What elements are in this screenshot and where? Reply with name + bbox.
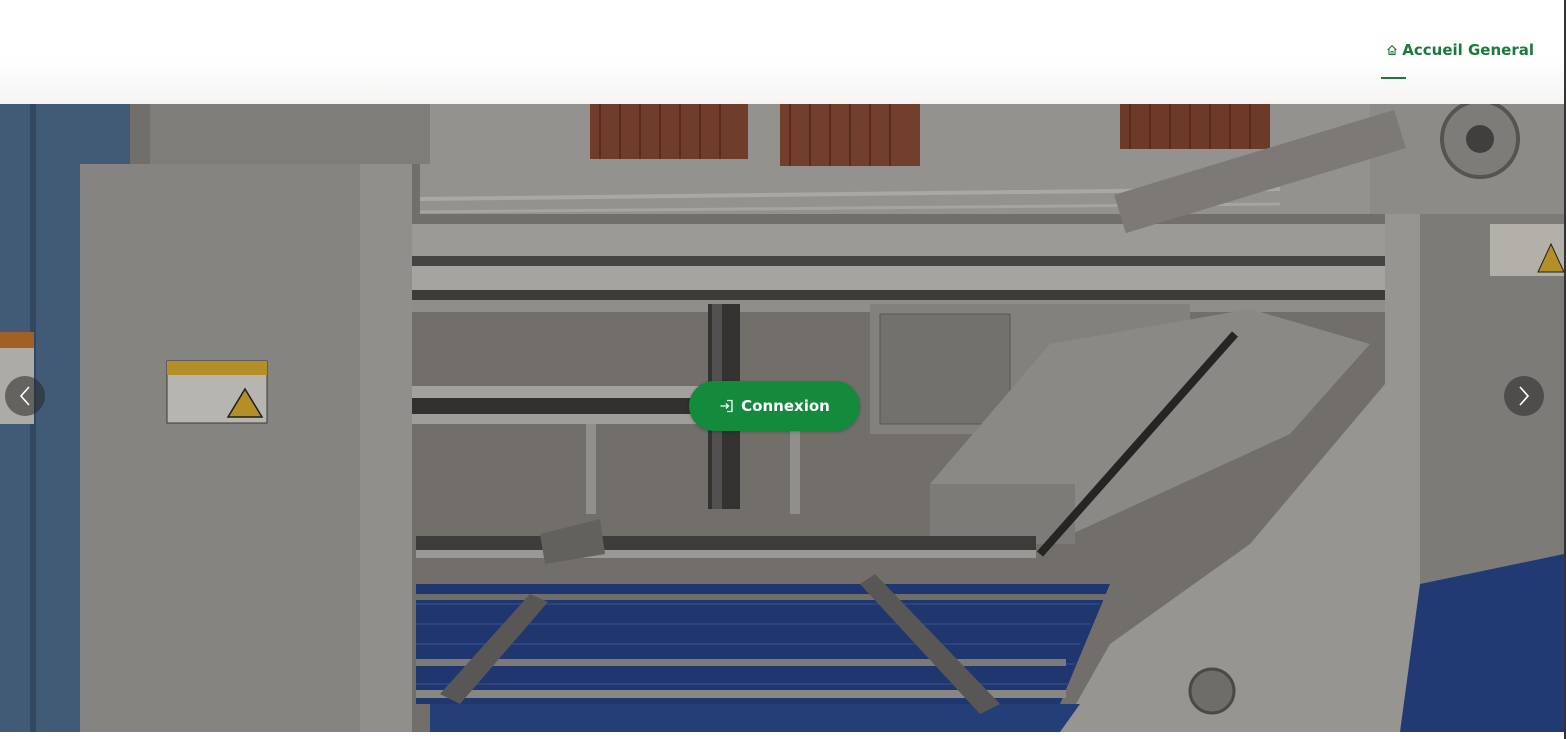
chevron-left-icon (19, 386, 30, 406)
page-bottom-strip (0, 732, 1564, 739)
home-icon (1387, 45, 1398, 56)
carousel-next-button[interactable] (1504, 376, 1544, 416)
login-button-label: Connexion (741, 397, 830, 415)
nav-home-link[interactable]: Accueil General (1386, 41, 1534, 59)
login-icon (720, 399, 733, 413)
carousel-prev-button[interactable] (5, 376, 45, 416)
header-fade (0, 58, 1564, 104)
nav-home-label: Accueil General (1402, 41, 1534, 59)
nav-active-underline (1381, 77, 1406, 79)
top-header: Accueil General (0, 0, 1564, 104)
chevron-right-icon (1519, 386, 1530, 406)
login-button[interactable]: Connexion (689, 381, 860, 431)
